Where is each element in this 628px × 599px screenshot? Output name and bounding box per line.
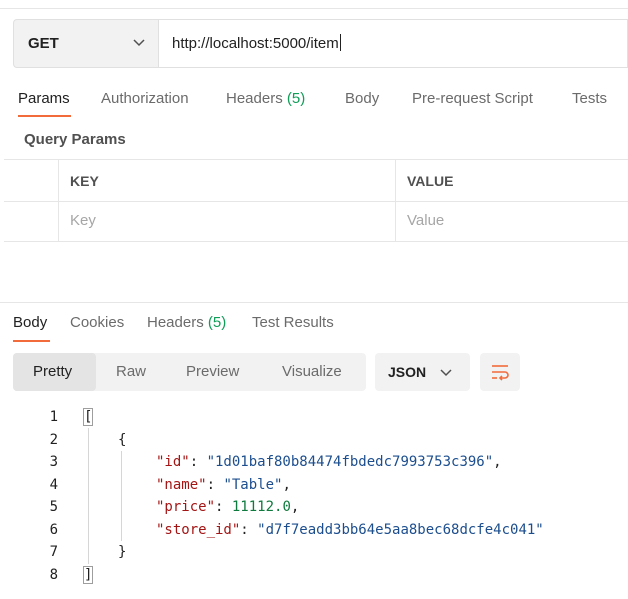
tab-headers-count: (5) xyxy=(286,90,306,107)
table-border-mid xyxy=(4,201,628,202)
format-tab-pretty[interactable]: Pretty xyxy=(33,363,72,380)
chevron-down-icon xyxy=(440,369,452,377)
response-tab-headers-label: Headers xyxy=(147,314,208,331)
key-input[interactable]: Key xyxy=(70,212,96,229)
line-number: 4 xyxy=(49,477,58,493)
format-tab-visualize[interactable]: Visualize xyxy=(282,363,342,380)
response-tab-cookies[interactable]: Cookies xyxy=(70,314,124,331)
text-caret xyxy=(339,34,341,51)
json-line-id: "id": "1d01baf80b84474fbdedc7993753c396"… xyxy=(156,454,502,470)
table-col-divider-2 xyxy=(395,160,396,241)
response-tab-test-results[interactable]: Test Results xyxy=(252,314,334,331)
line-number: 3 xyxy=(49,454,58,470)
table-col-divider-1 xyxy=(58,160,59,241)
wrap-lines-button[interactable] xyxy=(480,353,520,391)
column-header-key: KEY xyxy=(70,173,99,189)
tab-authorization[interactable]: Authorization xyxy=(101,90,189,107)
column-header-value: VALUE xyxy=(407,173,454,189)
method-select[interactable]: GET xyxy=(13,19,158,68)
tab-params[interactable]: Params xyxy=(18,90,70,107)
line-number: 2 xyxy=(49,432,58,448)
json-line-name: "name": "Table", xyxy=(156,477,291,493)
pane-divider[interactable] xyxy=(0,302,628,303)
line-number: 7 xyxy=(49,544,58,560)
response-tab-headers-count: (5) xyxy=(207,314,227,331)
method-label: GET xyxy=(28,35,59,52)
json-object-close: } xyxy=(118,544,127,560)
indent-guide xyxy=(121,451,122,541)
format-tab-preview[interactable]: Preview xyxy=(186,363,239,380)
line-number: 8 xyxy=(49,567,58,583)
response-tab-headers[interactable]: Headers (5) xyxy=(147,314,226,331)
tab-pre-request-script[interactable]: Pre-request Script xyxy=(412,90,533,107)
tab-body[interactable]: Body xyxy=(345,90,379,107)
tab-headers[interactable]: Headers (5) xyxy=(226,90,305,107)
wrap-lines-icon xyxy=(492,365,509,381)
json-line-price: "price": 11112.0, xyxy=(156,499,300,515)
response-tab-body[interactable]: Body xyxy=(13,314,47,331)
json-line-store-id: "store_id": "d7f7eadd3bb64e5aa8bec68dcfe… xyxy=(156,522,544,538)
language-label: JSON xyxy=(388,364,427,380)
chevron-down-icon xyxy=(133,39,145,47)
json-array-close: ] xyxy=(82,566,94,584)
indent-guide xyxy=(88,428,89,564)
json-array-open: [ xyxy=(82,408,94,426)
top-divider xyxy=(0,8,628,9)
format-tab-raw[interactable]: Raw xyxy=(116,363,146,380)
language-select[interactable]: JSON xyxy=(375,353,470,391)
table-border-top xyxy=(4,159,628,160)
line-number: 1 xyxy=(49,409,58,425)
tab-headers-label: Headers xyxy=(226,90,287,107)
active-tab-indicator xyxy=(18,115,71,117)
format-segmented-control: Pretty Raw Preview Visualize xyxy=(13,353,366,391)
line-number: 6 xyxy=(49,522,58,538)
value-input[interactable]: Value xyxy=(407,212,444,229)
url-text: http://localhost:5000/item xyxy=(172,34,341,52)
url-input[interactable]: http://localhost:5000/item xyxy=(158,19,628,68)
table-border-bottom xyxy=(4,241,628,242)
response-active-tab-indicator xyxy=(13,340,50,342)
line-number: 5 xyxy=(49,499,58,515)
tab-tests[interactable]: Tests xyxy=(572,90,607,107)
json-object-open: { xyxy=(118,432,127,448)
query-params-title: Query Params xyxy=(24,131,126,148)
